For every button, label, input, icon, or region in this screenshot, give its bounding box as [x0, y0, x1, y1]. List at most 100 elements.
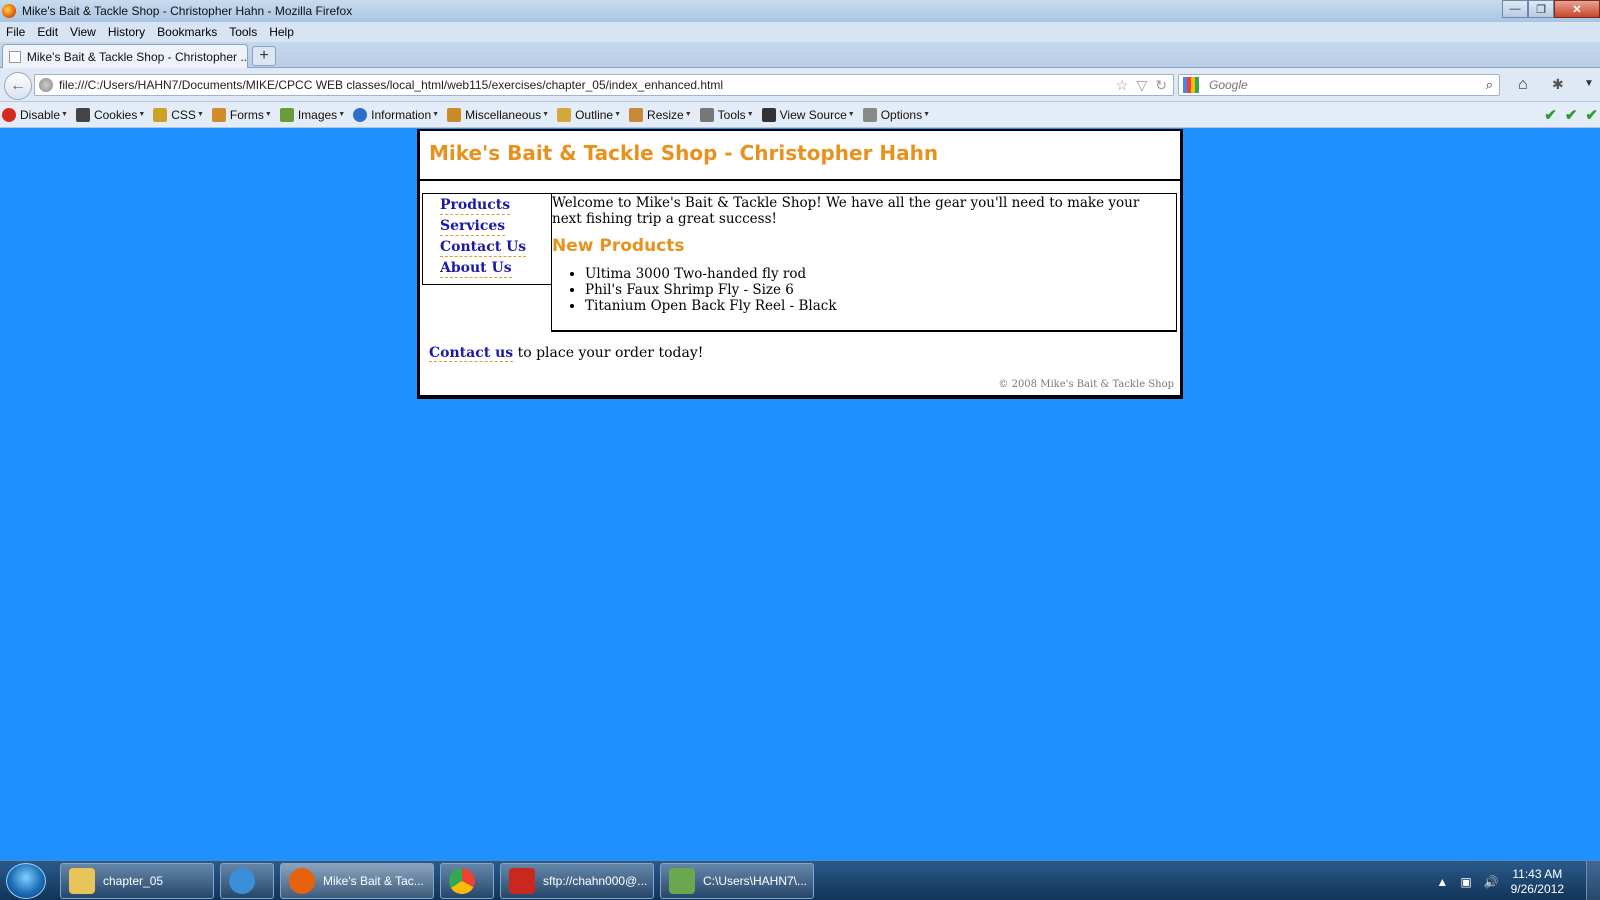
- internet-explorer-icon: [229, 868, 255, 894]
- tab-bar: Mike's Bait & Tackle Shop - Christopher …: [0, 42, 1600, 68]
- menu-edit[interactable]: Edit: [37, 25, 58, 39]
- dev-options-menu[interactable]: Options ▼: [862, 107, 930, 122]
- url-text: file:///C:/Users/HAHN7/Documents/MIKE/CP…: [59, 78, 724, 92]
- window-controls: — ❐ ✕: [1502, 0, 1600, 18]
- tab-label: Mike's Bait & Tackle Shop - Christopher …: [26, 49, 247, 64]
- dev-outline-menu[interactable]: Outline ▼: [557, 107, 621, 122]
- tools-icon: [699, 107, 714, 122]
- dev-disable-menu[interactable]: Disable ▼: [2, 107, 68, 122]
- windows-taskbar: chapter_05 Mike's Bait & Tac... sftp://c…: [0, 860, 1600, 900]
- bookmark-star-icon[interactable]: ☆: [1116, 77, 1129, 94]
- back-button[interactable]: ←: [4, 72, 32, 100]
- taskbar-item-filezilla[interactable]: sftp://chahn000@...: [500, 863, 654, 899]
- toolbar-menu-arrow-icon[interactable]: ▼: [1584, 78, 1594, 89]
- html-validation-check-icon[interactable]: ✔: [1585, 106, 1598, 124]
- miscellaneous-icon: [447, 107, 462, 122]
- tray-expand-icon[interactable]: ▲: [1436, 875, 1448, 889]
- list-item: Ultima 3000 Two-handed fly rod: [585, 266, 1172, 282]
- menu-view[interactable]: View: [70, 25, 96, 39]
- network-icon[interactable]: ▣: [1460, 875, 1471, 889]
- taskbar-item-ie[interactable]: [220, 863, 274, 899]
- search-bar[interactable]: Google ⌕: [1178, 74, 1500, 96]
- nav-link-products[interactable]: Products: [440, 197, 511, 215]
- show-desktop-button[interactable]: [1586, 861, 1600, 900]
- clock[interactable]: 11:43 AM 9/26/2012: [1511, 867, 1564, 897]
- clock-time: 11:43 AM: [1512, 867, 1563, 881]
- taskbar-item-explorer[interactable]: chapter_05: [60, 863, 214, 899]
- search-icon[interactable]: ⌕: [1486, 77, 1493, 93]
- start-button[interactable]: [6, 863, 46, 899]
- system-tray: ▲ ▣ 🔊 11:43 AM 9/26/2012: [1436, 867, 1564, 897]
- window-titlebar: Mike's Bait & Tackle Shop - Christopher …: [0, 0, 1600, 22]
- images-icon: [279, 107, 294, 122]
- dev-view-source-menu[interactable]: View Source ▼: [761, 107, 855, 122]
- notepad-icon: [669, 868, 695, 894]
- contact-us-link[interactable]: Contact us: [429, 345, 514, 362]
- minimize-button[interactable]: —: [1502, 0, 1528, 18]
- folder-icon: [69, 868, 95, 894]
- copyright-text: © 2008 Mike's Bait & Tackle Shop: [998, 379, 1174, 390]
- menu-help[interactable]: Help: [269, 25, 294, 39]
- addon-icon[interactable]: ✱: [1552, 76, 1564, 93]
- dev-information-menu[interactable]: Information ▼: [353, 107, 439, 122]
- resize-icon: [629, 107, 644, 122]
- menu-bookmarks[interactable]: Bookmarks: [157, 25, 217, 39]
- forms-icon: [211, 107, 226, 122]
- disable-icon: [2, 107, 16, 122]
- close-button[interactable]: ✕: [1554, 0, 1600, 18]
- firefox-logo-icon: [2, 4, 16, 18]
- reload-icon[interactable]: ↻: [1155, 77, 1167, 94]
- history-dropdown-icon[interactable]: ▽: [1136, 77, 1147, 94]
- menu-bar: File Edit View History Bookmarks Tools H…: [0, 22, 1600, 42]
- window-title: Mike's Bait & Tackle Shop - Christopher …: [22, 4, 353, 18]
- order-prompt-text: to place your order today!: [513, 345, 704, 361]
- clock-date: 9/26/2012: [1510, 882, 1564, 896]
- page-container: Mike's Bait & Tackle Shop - Christopher …: [417, 129, 1183, 399]
- outline-icon: [557, 107, 572, 122]
- options-icon: [862, 107, 877, 122]
- order-prompt: Contact us to place your order today!: [429, 345, 1180, 362]
- menu-history[interactable]: History: [108, 25, 145, 39]
- list-item: Phil's Faux Shrimp Fly - Size 6: [585, 282, 1172, 298]
- volume-icon[interactable]: 🔊: [1484, 875, 1499, 889]
- web-developer-toolbar: Disable ▼ Cookies ▼ CSS ▼ Forms ▼ Images ▼ In…: [0, 102, 1600, 128]
- dev-tools-menu[interactable]: Tools ▼: [699, 107, 754, 122]
- menu-tools[interactable]: Tools: [229, 25, 257, 39]
- dev-miscellaneous-menu[interactable]: Miscellaneous ▼: [447, 107, 549, 122]
- home-icon[interactable]: ⌂: [1518, 76, 1528, 94]
- css-validation-check-icon[interactable]: ✔: [1544, 106, 1557, 124]
- menu-file[interactable]: File: [6, 25, 25, 39]
- dev-images-menu[interactable]: Images ▼: [279, 107, 345, 122]
- dev-forms-menu[interactable]: Forms ▼: [211, 107, 272, 122]
- nav-link-services[interactable]: Services: [440, 218, 506, 236]
- welcome-text: Welcome to Mike's Bait & Tackle Shop! We…: [552, 195, 1140, 227]
- taskbar-item-notepad[interactable]: C:\Users\HAHN7\...: [660, 863, 814, 899]
- site-identity-icon[interactable]: [39, 78, 53, 92]
- dev-css-menu[interactable]: CSS ▼: [153, 107, 204, 122]
- js-validation-check-icon[interactable]: ✔: [1565, 106, 1578, 124]
- tab-active[interactable]: Mike's Bait & Tackle Shop - Christopher …: [2, 44, 248, 68]
- firefox-icon: [289, 868, 315, 894]
- cookies-icon: [75, 107, 90, 122]
- information-icon: [353, 107, 368, 122]
- list-item: Titanium Open Back Fly Reel - Black: [585, 298, 1172, 314]
- site-title: Mike's Bait & Tackle Shop - Christopher …: [429, 141, 939, 165]
- product-list: Ultima 3000 Two-handed fly rod Phil's Fa…: [552, 266, 1172, 314]
- google-engine-icon[interactable]: [1183, 77, 1199, 93]
- taskbar-item-chrome[interactable]: [440, 863, 494, 899]
- new-products-heading: New Products: [552, 236, 685, 256]
- nav-link-contact-us[interactable]: Contact Us: [440, 239, 527, 257]
- dev-cookies-menu[interactable]: Cookies ▼: [75, 107, 145, 122]
- url-bar[interactable]: file:///C:/Users/HAHN7/Documents/MIKE/CP…: [34, 74, 1174, 96]
- taskbar-item-firefox[interactable]: Mike's Bait & Tac...: [280, 863, 434, 899]
- maximize-button[interactable]: ❐: [1528, 0, 1554, 18]
- nav-link-about-us[interactable]: About Us: [440, 260, 512, 278]
- new-tab-button[interactable]: +: [252, 46, 276, 66]
- navigation-bar: ← file:///C:/Users/HAHN7/Documents/MIKE/…: [0, 68, 1600, 102]
- main-content: Welcome to Mike's Bait & Tackle Shop! We…: [552, 193, 1177, 332]
- search-input[interactable]: Google: [1209, 78, 1248, 92]
- chrome-icon: [449, 868, 475, 894]
- site-nav: Products Services Contact Us About Us: [422, 193, 552, 285]
- content-row: Products Services Contact Us About Us We…: [420, 181, 1180, 332]
- dev-resize-menu[interactable]: Resize ▼: [629, 107, 692, 122]
